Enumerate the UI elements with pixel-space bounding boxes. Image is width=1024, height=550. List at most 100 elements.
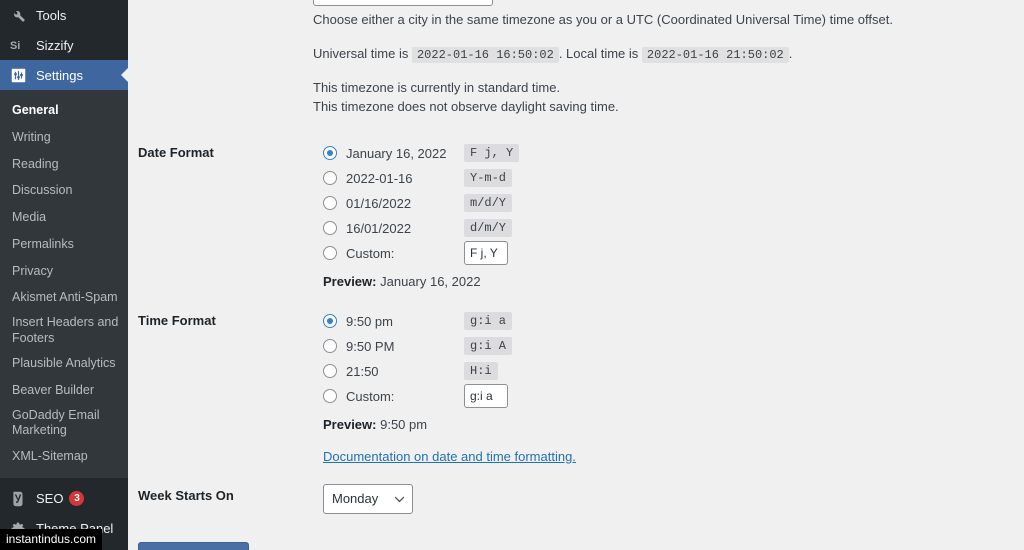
date-format-sample-2: 01/16/2022 <box>346 195 412 211</box>
date-format-option[interactable]: 2022-01-16 Y-m-d <box>323 166 1014 191</box>
date-format-preview-label: Preview: <box>323 273 377 289</box>
time-format-preview: Preview: 9:50 pm <box>323 417 1014 432</box>
submenu-item-privacy[interactable]: Privacy <box>0 258 128 285</box>
date-format-label: Date Format <box>138 144 214 160</box>
time-format-preview-value: 9:50 pm <box>380 416 428 432</box>
settings-content: Choose either a city in the same timezon… <box>128 0 1024 550</box>
time-format-radio-2[interactable] <box>323 364 337 378</box>
date-format-custom-input[interactable] <box>464 241 508 265</box>
date-format-radio-2[interactable] <box>323 196 337 210</box>
time-format-sample-0: 9:50 pm <box>346 313 393 329</box>
sidebar-item-label: Settings <box>36 67 83 83</box>
admin-screen: Tools Si Sizzify Settings General Writin… <box>0 0 1024 550</box>
sizzify-icon: Si <box>8 35 28 55</box>
site-watermark: instantindus.com <box>0 529 103 550</box>
submenu-item-reading[interactable]: Reading <box>0 151 128 178</box>
dst-status-line-1: This timezone is currently in standard t… <box>313 79 561 95</box>
submenu-item-akismet-anti-spam[interactable]: Akismet Anti-Spam <box>0 284 128 311</box>
time-format-radio-1[interactable] <box>323 339 337 353</box>
date-format-radio-0[interactable] <box>323 146 337 160</box>
sidebar-item-sizzify[interactable]: Si Sizzify <box>0 30 128 60</box>
sidebar-item-tools[interactable]: Tools <box>0 0 128 30</box>
submenu-item-plausible-analytics[interactable]: Plausible Analytics <box>0 350 128 377</box>
sidebar-item-label: SEO <box>36 491 64 507</box>
submenu-item-permalinks[interactable]: Permalinks <box>0 231 128 258</box>
date-format-radio-1[interactable] <box>323 171 337 185</box>
week-start-select[interactable]: Monday <box>323 483 413 514</box>
sidebar-item-label: Tools <box>36 7 67 23</box>
time-values-line: Universal time is 2022-01-16 16:50:02. L… <box>313 44 1024 64</box>
sidebar-item-label: Sizzify <box>36 37 74 53</box>
settings-submenu: General Writing Reading Discussion Media… <box>0 90 128 478</box>
week-starts-on-label: Week Starts On <box>138 487 234 503</box>
date-format-sample-1: 2022-01-16 <box>346 170 413 186</box>
time-format-sample-2: 21:50 <box>346 363 379 379</box>
time-format-code-1: g:i A <box>464 337 513 355</box>
time-format-label: Time Format <box>138 312 216 328</box>
submenu-item-discussion[interactable]: Discussion <box>0 177 128 204</box>
date-format-code-0: F j, Y <box>464 144 520 162</box>
date-time-settings-table: Date Format January 16, 2022 F j, Y 2022… <box>128 131 1024 524</box>
time-format-radio-custom[interactable] <box>323 389 337 403</box>
time-format-sample-1: 9:50 PM <box>346 338 395 354</box>
time-format-row: Time Format 9:50 pm g:i a 9:50 PM g:i A <box>128 299 1024 474</box>
date-format-radio-3[interactable] <box>323 221 337 235</box>
submenu-item-general[interactable]: General <box>0 97 128 124</box>
sidebar-item-seo[interactable]: SEO 3 <box>0 484 128 514</box>
week-starts-on-row: Week Starts On Monday <box>128 474 1024 524</box>
date-format-option[interactable]: 16/01/2022 d/m/Y <box>323 216 1014 241</box>
time-format-option[interactable]: 9:50 PM g:i A <box>323 334 1014 359</box>
submenu-item-godaddy-email-marketing[interactable]: GoDaddy Email Marketing <box>0 404 128 443</box>
time-format-option[interactable]: 21:50 H:i <box>323 359 1014 384</box>
date-format-radio-custom[interactable] <box>323 246 337 260</box>
save-changes-button[interactable]: Save Changes <box>138 541 250 550</box>
time-format-option[interactable]: 9:50 pm g:i a <box>323 309 1014 334</box>
timezone-select[interactable] <box>313 0 493 6</box>
submenu-item-media[interactable]: Media <box>0 204 128 231</box>
sidebar-top-menu: Tools Si Sizzify Settings <box>0 0 128 90</box>
submenu-item-xml-sitemap[interactable]: XML-Sitemap <box>0 443 128 470</box>
time-format-custom-option[interactable]: Custom: <box>323 384 1014 409</box>
time-format-custom-label: Custom: <box>346 388 395 404</box>
week-start-select-wrapper: Monday <box>323 483 413 514</box>
date-format-custom-option[interactable]: Custom: <box>323 241 1014 266</box>
date-format-preview-value: January 16, 2022 <box>380 273 481 289</box>
time-format-preview-label: Preview: <box>323 416 377 432</box>
week-starts-on-control: Monday <box>323 474 1024 524</box>
settings-sliders-icon <box>8 65 28 85</box>
date-format-code-3: d/m/Y <box>464 219 513 237</box>
yoast-seo-icon <box>8 489 28 509</box>
date-format-custom-label: Custom: <box>346 245 395 261</box>
time-format-custom-input[interactable] <box>464 384 508 408</box>
sidebar-item-settings[interactable]: Settings <box>0 60 128 90</box>
seo-notification-badge: 3 <box>69 491 85 507</box>
svg-text:Si: Si <box>10 40 20 52</box>
documentation-link[interactable]: Documentation on date and time formattin… <box>323 449 576 464</box>
current-menu-arrow-icon <box>121 67 128 83</box>
submit-row: Save Changes <box>128 524 1024 550</box>
submenu-item-beaver-builder[interactable]: Beaver Builder <box>0 377 128 404</box>
date-format-options: January 16, 2022 F j, Y 2022-01-16 Y-m-d… <box>323 131 1024 299</box>
date-format-preview: Preview: January 16, 2022 <box>323 274 1014 289</box>
date-format-sample-3: 16/01/2022 <box>346 220 412 236</box>
admin-sidebar: Tools Si Sizzify Settings General Writin… <box>0 0 128 550</box>
universal-time-value: 2022-01-16 16:50:02 <box>411 46 559 63</box>
date-format-code-2: m/d/Y <box>464 194 513 212</box>
timezone-info: Choose either a city in the same timezon… <box>128 0 1024 117</box>
time-format-radio-0[interactable] <box>323 314 337 328</box>
local-time-label: . Local time is <box>558 45 639 61</box>
local-time-suffix: . <box>788 45 793 61</box>
timezone-help-text: Choose either a city in the same timezon… <box>313 12 893 27</box>
date-format-option[interactable]: 01/16/2022 m/d/Y <box>323 191 1014 216</box>
time-format-code-2: H:i <box>464 362 498 380</box>
dst-status-line-2: This timezone does not observe daylight … <box>313 99 619 114</box>
date-format-row: Date Format January 16, 2022 F j, Y 2022… <box>128 131 1024 299</box>
time-format-code-0: g:i a <box>464 312 513 330</box>
date-format-sample-0: January 16, 2022 <box>346 145 447 161</box>
time-format-options: 9:50 pm g:i a 9:50 PM g:i A 21:50 H:i Cu… <box>323 299 1024 474</box>
submenu-item-writing[interactable]: Writing <box>0 124 128 151</box>
submenu-item-insert-headers-and-footers[interactable]: Insert Headers and Footers <box>0 311 128 350</box>
universal-time-label: Universal time is <box>313 45 409 61</box>
local-time-value: 2022-01-16 21:50:02 <box>641 46 789 63</box>
date-format-option[interactable]: January 16, 2022 F j, Y <box>323 141 1014 166</box>
